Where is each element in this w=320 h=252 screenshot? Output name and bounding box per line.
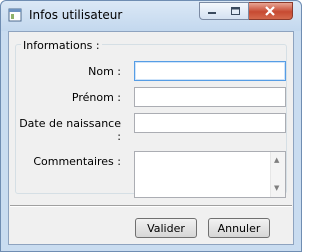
group-title: Informations :	[21, 39, 102, 52]
commentaires-textarea[interactable]: ▲ ▼	[134, 151, 286, 198]
dialog-client-area: Nom : Prénom : Date de naissance : Comme…	[8, 31, 294, 245]
minimize-icon	[208, 12, 216, 14]
prenom-input[interactable]	[134, 87, 286, 107]
minimize-button[interactable]	[199, 2, 225, 20]
informations-groupbox: Nom : Prénom : Date de naissance : Comme…	[15, 44, 287, 198]
commentaires-scrollbar[interactable]: ▲ ▼	[270, 152, 285, 197]
dialog-window: Infos utilisateur Nom : Prénom : Date de…	[0, 0, 302, 252]
close-icon	[265, 6, 275, 16]
date-naissance-input[interactable]	[134, 113, 286, 133]
nom-label: Nom :	[88, 65, 121, 78]
close-button[interactable]	[249, 2, 293, 20]
prenom-label: Prénom :	[71, 91, 121, 104]
annuler-button[interactable]: Annuler	[208, 218, 270, 238]
separator	[10, 205, 292, 207]
commentaires-label: Commentaires :	[33, 155, 121, 168]
window-icon	[8, 8, 22, 22]
scroll-up-arrow-icon[interactable]: ▲	[274, 156, 279, 164]
scroll-down-arrow-icon[interactable]: ▼	[274, 184, 279, 192]
valider-button[interactable]: Valider	[135, 218, 197, 238]
title-bar[interactable]: Infos utilisateur	[1, 1, 301, 31]
nom-input[interactable]	[134, 61, 286, 81]
maximize-button[interactable]	[224, 2, 249, 20]
maximize-icon	[231, 7, 240, 15]
window-title: Infos utilisateur	[29, 8, 123, 22]
date-naissance-label: Date de naissance :	[19, 117, 121, 143]
